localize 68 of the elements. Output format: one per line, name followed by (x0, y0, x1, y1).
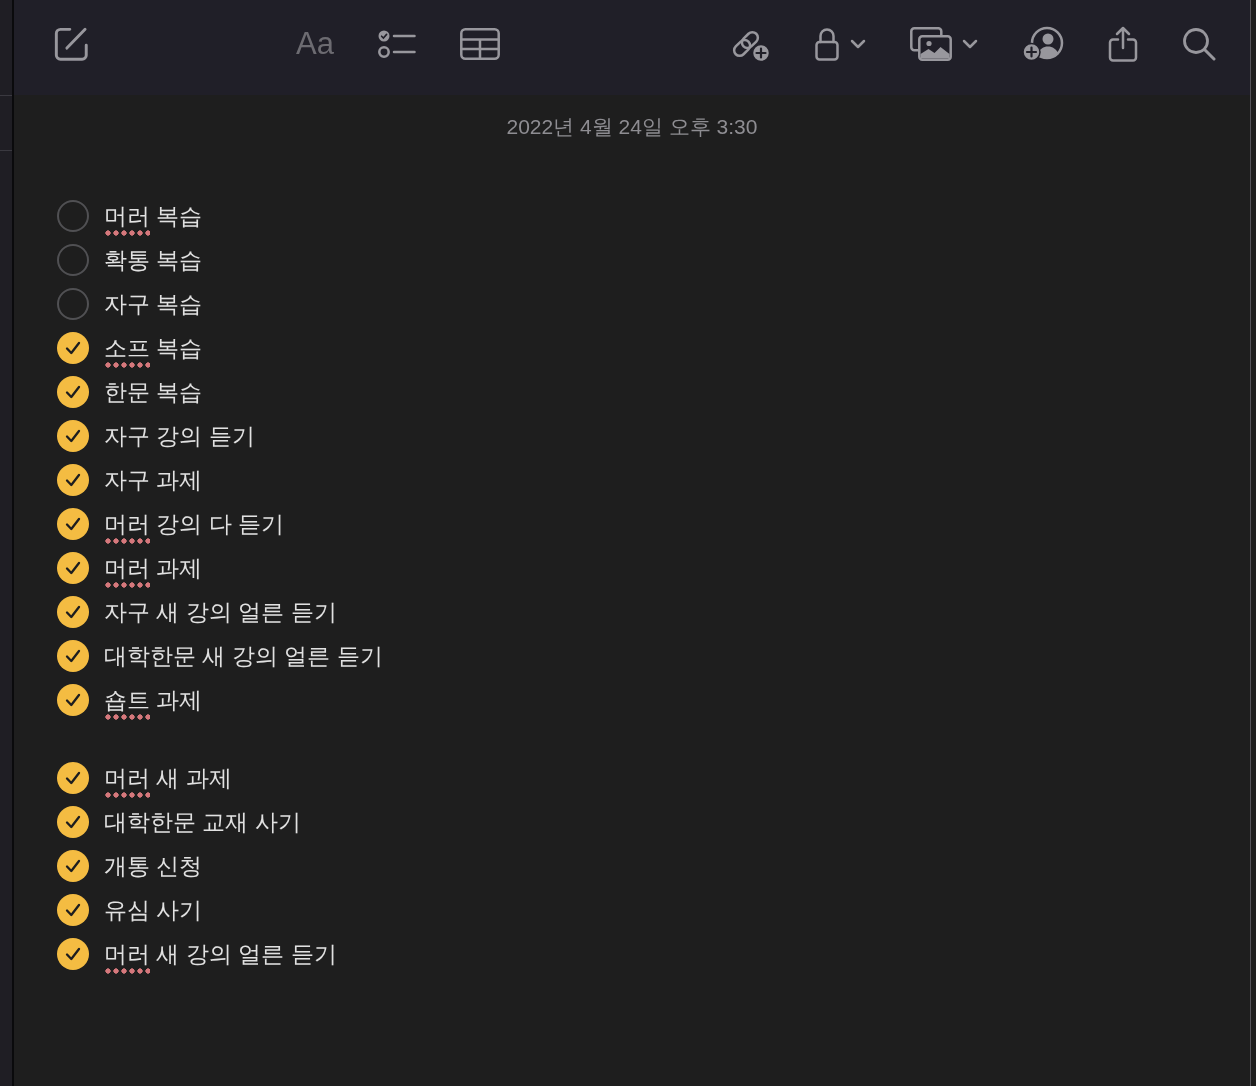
media-button[interactable] (910, 26, 978, 61)
table-button[interactable] (459, 27, 500, 60)
item-label: 대학한문 교재 사기 (104, 808, 301, 837)
checkbox[interactable] (57, 420, 89, 452)
item-label: 확통 복습 (104, 246, 203, 275)
checkbox[interactable] (57, 244, 89, 276)
item-label: 유심 사기 (104, 896, 203, 925)
item-label: 자구 강의 듣기 (104, 422, 255, 451)
format-button[interactable]: Aa (296, 25, 334, 62)
item-label: 머러 강의 다 듣기 (104, 510, 285, 539)
checkmark-icon (65, 341, 81, 355)
item-label: 자구 과제 (104, 466, 203, 495)
item-label: 개통 신청 (104, 852, 203, 881)
photos-icon (910, 26, 952, 61)
checkmark-icon (65, 605, 81, 619)
item-label: 대학한문 새 강의 얼른 듣기 (104, 642, 383, 671)
checkmark-icon (65, 903, 81, 917)
item-label: 자구 복습 (104, 290, 203, 319)
checkmark-icon (65, 859, 81, 873)
checkbox[interactable] (57, 894, 89, 926)
pencil-square-icon (54, 26, 88, 61)
person-plus-icon (1022, 25, 1064, 62)
checkbox[interactable] (57, 596, 89, 628)
checkmark-icon (65, 649, 81, 663)
checkmark-icon (65, 429, 81, 443)
checkmark-icon (65, 947, 81, 961)
search-button[interactable] (1182, 26, 1216, 61)
item-label: 머러 새 강의 얼른 듣기 (104, 940, 337, 969)
checkbox[interactable] (57, 332, 89, 364)
lock-button[interactable] (814, 26, 866, 61)
compose-button[interactable] (54, 26, 88, 61)
checklist-button[interactable] (377, 28, 416, 59)
item-label: 머러 새 과제 (104, 764, 232, 793)
share-icon (1108, 25, 1138, 62)
item-label: 머러 과제 (104, 554, 203, 583)
lock-icon (814, 26, 840, 61)
checklist-icon (377, 28, 416, 59)
checkbox[interactable] (57, 850, 89, 882)
checkbox[interactable] (57, 684, 89, 716)
checkbox[interactable] (57, 464, 89, 496)
checkmark-icon (65, 517, 81, 531)
checkmark-icon (65, 473, 81, 487)
checkbox[interactable] (57, 806, 89, 838)
checkbox[interactable] (57, 508, 89, 540)
checkbox[interactable] (57, 552, 89, 584)
item-label: 머러 복습 (104, 202, 203, 231)
search-icon (1182, 26, 1216, 61)
checkbox[interactable] (57, 200, 89, 232)
collaborate-button[interactable] (1022, 25, 1064, 62)
checkbox[interactable] (57, 376, 89, 408)
item-label: 소프 복습 (104, 334, 203, 363)
checkmark-icon (65, 693, 81, 707)
checkmark-icon (65, 561, 81, 575)
note-date: 2022년 4월 24일 오후 3:30 (506, 114, 758, 140)
item-label: 숍트 과제 (104, 686, 203, 715)
checkbox[interactable] (57, 762, 89, 794)
table-icon (459, 27, 500, 60)
checkmark-icon (65, 815, 81, 829)
checkbox[interactable] (57, 288, 89, 320)
checkmark-icon (65, 385, 81, 399)
chevron-down-icon (850, 38, 866, 49)
chevron-down-icon (962, 38, 978, 49)
checkmark-icon (65, 771, 81, 785)
share-button[interactable] (1108, 25, 1138, 62)
checkbox[interactable] (57, 640, 89, 672)
item-label: 한문 복습 (104, 378, 203, 407)
checkbox[interactable] (57, 938, 89, 970)
item-label: 자구 새 강의 얼른 듣기 (104, 598, 337, 627)
